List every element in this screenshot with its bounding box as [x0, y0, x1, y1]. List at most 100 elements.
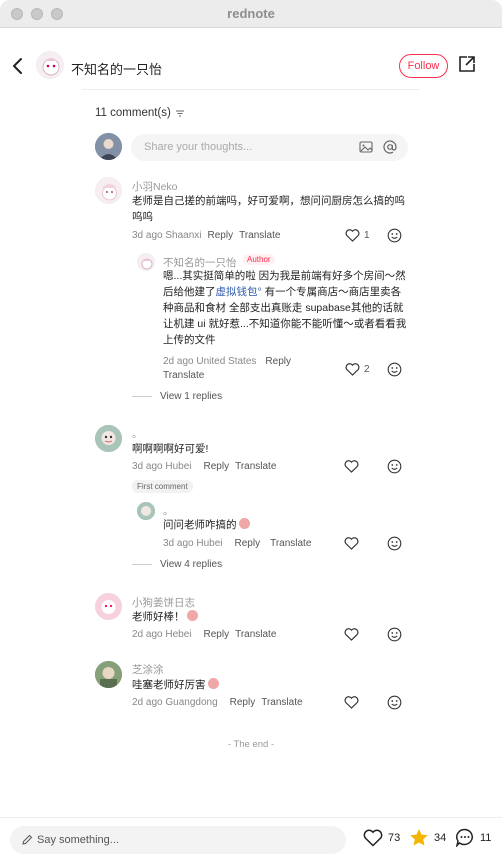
- like-button[interactable]: [344, 628, 359, 641]
- commenter-avatar[interactable]: [95, 661, 122, 688]
- comment-input[interactable]: Share your thoughts...: [131, 134, 408, 161]
- post-like-button[interactable]: 73: [363, 829, 400, 847]
- reply-button[interactable]: Reply: [204, 461, 230, 472]
- post-collect-button[interactable]: 34: [409, 828, 446, 847]
- emoji-icon[interactable]: [387, 695, 402, 710]
- window-title: rednote: [227, 6, 275, 21]
- image-icon[interactable]: [359, 140, 373, 154]
- comment-meta: 3d ago Shaanxi Reply Translate: [132, 230, 280, 241]
- like-button[interactable]: 2: [345, 363, 370, 376]
- divider-line: [132, 564, 152, 565]
- translate-button[interactable]: Translate: [235, 629, 276, 640]
- commenter-avatar[interactable]: [95, 425, 122, 452]
- comment-icon: [455, 828, 473, 847]
- translate-button[interactable]: Translate: [235, 461, 276, 472]
- current-user-avatar: [95, 133, 122, 160]
- commenter-name[interactable]: 芝涂涂: [132, 662, 164, 677]
- translate-button[interactable]: Translate: [261, 697, 302, 708]
- like-button[interactable]: [344, 696, 359, 709]
- commenter-avatar[interactable]: [95, 177, 122, 204]
- translate-button[interactable]: Translate: [163, 370, 204, 381]
- heart-icon: [344, 628, 359, 641]
- emoji-icon[interactable]: [387, 627, 402, 642]
- reply-text: 问问老师咋搞的: [163, 517, 250, 533]
- reply-author-name[interactable]: 。: [163, 503, 174, 518]
- view-replies-button[interactable]: View 1 replies: [132, 391, 222, 402]
- comment-text: 老师好棒！: [132, 609, 198, 625]
- comment-meta: 3d ago Hubei Reply Translate: [132, 461, 276, 472]
- back-icon[interactable]: [10, 56, 26, 76]
- like-button[interactable]: [344, 537, 359, 550]
- sort-icon[interactable]: [175, 109, 185, 118]
- commenter-avatar[interactable]: [95, 593, 122, 620]
- heart-icon: [345, 229, 360, 242]
- comment-text-part: 老师好棒！: [132, 611, 185, 623]
- comment-count-label: 11 comment(s): [95, 107, 171, 119]
- pig-emoji-icon: [207, 678, 219, 689]
- view-replies-label: View 4 replies: [160, 559, 223, 570]
- virtual-wallet-link[interactable]: 虚拟钱包°: [216, 286, 262, 298]
- share-icon[interactable]: [458, 55, 476, 73]
- comment-text: 啊啊啊啊好可爱!: [132, 443, 209, 455]
- comment-time-location: 2d ago Guangdong: [132, 697, 218, 708]
- emoji-icon[interactable]: [387, 228, 402, 243]
- title-bar: rednote: [0, 0, 502, 28]
- reply-button[interactable]: Reply: [230, 697, 256, 708]
- say-something-input[interactable]: Say something...: [10, 826, 346, 854]
- star-icon: [410, 829, 428, 846]
- comment-text: 哇塞老师好厉害: [132, 677, 219, 693]
- comment-time-location: 3d ago Shaanxi: [132, 230, 202, 241]
- divider-line: [132, 396, 152, 397]
- heart-icon: [363, 829, 383, 847]
- reply-meta: 3d ago Hubei Reply Translate: [163, 538, 311, 549]
- reply-button[interactable]: Reply: [235, 538, 261, 549]
- bottom-bar: Say something... 73 34 11: [0, 817, 502, 859]
- comment-text: 老师是自己搓的前端吗，好可爱啊，想问问厨房怎么搞的呜呜呜: [132, 195, 405, 223]
- comment-count: 11 comment(s): [95, 107, 185, 119]
- post-comment-button[interactable]: 11: [455, 828, 491, 847]
- reply-button[interactable]: Reply: [265, 356, 291, 367]
- author-avatar[interactable]: [36, 51, 64, 79]
- reply-button[interactable]: Reply: [204, 629, 230, 640]
- reply-time-location: 3d ago Hubei: [163, 538, 223, 549]
- post-like-count: 73: [388, 832, 401, 844]
- heart-icon: [344, 696, 359, 709]
- commenter-name[interactable]: 。: [132, 426, 143, 441]
- comment-meta: 2d ago Hebei Reply Translate: [132, 629, 276, 640]
- emoji-icon[interactable]: [387, 536, 402, 551]
- comment-meta: 2d ago Guangdong Reply Translate: [132, 697, 303, 708]
- commenter-name[interactable]: 小狗姜饼日志: [132, 595, 195, 610]
- heart-icon: [345, 363, 360, 376]
- reply-time-location: 2d ago United States: [163, 356, 257, 367]
- comment-input-placeholder: Share your thoughts...: [144, 141, 253, 153]
- comment-time-location: 3d ago Hubei: [132, 461, 192, 472]
- commenter-name[interactable]: 小羽Neko: [132, 179, 178, 194]
- say-something-placeholder: Say something...: [37, 834, 119, 846]
- at-icon[interactable]: [383, 140, 397, 154]
- translate-button[interactable]: Translate: [270, 538, 311, 549]
- view-replies-label: View 1 replies: [160, 391, 223, 402]
- translate-button[interactable]: Translate: [239, 230, 280, 241]
- comment-time-location: 2d ago Hebei: [132, 629, 192, 640]
- first-comment-badge: First comment: [132, 480, 193, 493]
- emoji-icon[interactable]: [387, 459, 402, 474]
- reply-text: 嗯...其实挺简单的啦 因为我是前端有好多个房间～然后给他建了虚拟钱包° 有一个…: [163, 268, 407, 348]
- pig-emoji-icon: [238, 518, 250, 529]
- reply-avatar[interactable]: [137, 502, 155, 520]
- reply-avatar[interactable]: [137, 253, 155, 271]
- like-count: 1: [364, 230, 370, 241]
- app-window: rednote 不知名的一只怡 Follow 11 comment(s) Sha…: [0, 0, 502, 859]
- follow-button[interactable]: Follow: [399, 54, 448, 78]
- pig-emoji-icon: [186, 610, 198, 621]
- author-name[interactable]: 不知名的一只怡: [71, 59, 162, 78]
- heart-icon: [344, 460, 359, 473]
- reply-meta: 2d ago United States Reply: [163, 356, 291, 367]
- view-replies-button[interactable]: View 4 replies: [132, 559, 222, 570]
- emoji-icon[interactable]: [387, 362, 402, 377]
- author-badge: Author: [243, 254, 275, 265]
- reply-text-part: 问问老师咋搞的: [163, 519, 237, 531]
- reply-button[interactable]: Reply: [208, 230, 234, 241]
- end-of-comments: - The end -: [227, 739, 275, 750]
- like-button[interactable]: [344, 460, 359, 473]
- like-button[interactable]: 1: [345, 229, 370, 242]
